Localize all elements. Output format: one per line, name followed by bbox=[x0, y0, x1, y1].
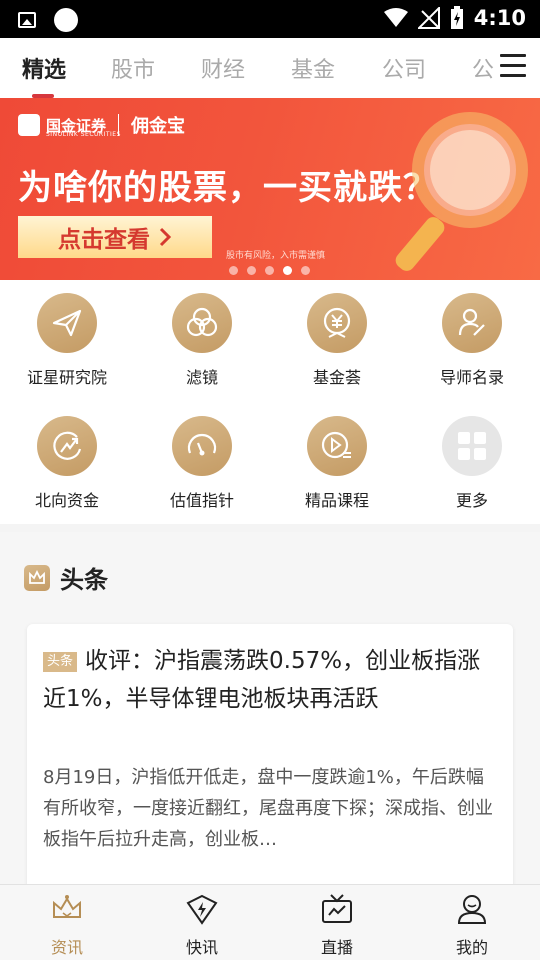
user-icon bbox=[457, 895, 487, 924]
wifi-icon bbox=[383, 8, 408, 27]
status-bar: 4:10 bbox=[0, 0, 540, 38]
shortcut-label: 证星研究院 bbox=[26, 368, 107, 387]
shortcut-label: 滤镜 bbox=[185, 368, 218, 387]
shortcut-label: 更多 bbox=[455, 491, 488, 510]
north-capital-icon bbox=[37, 416, 97, 476]
carousel-dot-active[interactable] bbox=[283, 266, 292, 275]
headline-title-text: 收评：沪指震荡跌0.57%，创业板指涨近1%，半导体锂电池板块再活跃 bbox=[43, 648, 481, 712]
banner-product: 佣金宝 bbox=[131, 116, 186, 137]
sinolink-logo-icon bbox=[18, 114, 40, 136]
carousel-dot[interactable] bbox=[247, 266, 256, 275]
tab-funds[interactable]: 基金 bbox=[291, 52, 335, 84]
tab-featured[interactable]: 精选 bbox=[22, 52, 66, 84]
fund-yuan-icon bbox=[307, 293, 367, 353]
nav-live[interactable]: 直播 bbox=[287, 893, 387, 958]
headline-card[interactable]: 头条 收评：沪指震荡跌0.57%，创业板指涨近1%，半导体锂电池板块再活跃 8月1… bbox=[27, 624, 513, 894]
tv-icon bbox=[322, 894, 352, 923]
shortcut-filter[interactable]: 滤镜 bbox=[135, 293, 269, 388]
channel-tab-bar: 精选 股市 财经 基金 公司 公 bbox=[0, 38, 540, 98]
no-signal-icon bbox=[417, 7, 440, 29]
banner-headline: 为啥你的股票，一买就跌？ bbox=[18, 168, 438, 208]
headlines-section: 头条 头条 收评：沪指震荡跌0.57%，创业板指涨近1%，半导体锂电池板块再活跃 … bbox=[0, 532, 540, 894]
banner-brand-en: SINOLINK SECURITIES bbox=[46, 131, 121, 138]
banner-view-button[interactable]: 点击查看 bbox=[18, 216, 212, 258]
lightning-badge-icon bbox=[186, 894, 218, 925]
tab-partial[interactable]: 公 bbox=[472, 52, 494, 84]
shortcut-grid: 证星研究院 滤镜 基金荟 导师名录 北向资金 估值指针 精品课程 更多 bbox=[0, 280, 540, 524]
nav-flash[interactable]: 快讯 bbox=[152, 893, 252, 958]
shortcut-label: 基金荟 bbox=[312, 368, 361, 387]
shortcut-northbound[interactable]: 北向资金 bbox=[0, 416, 134, 511]
paper-plane-icon bbox=[37, 293, 97, 353]
gauge-icon bbox=[172, 416, 232, 476]
nav-news[interactable]: 资讯 bbox=[17, 893, 117, 958]
filter-circles-icon bbox=[172, 293, 232, 353]
shortcut-label: 精品课程 bbox=[304, 491, 369, 510]
mentor-icon bbox=[442, 293, 502, 353]
tab-stock-market[interactable]: 股市 bbox=[111, 52, 155, 84]
nav-label: 我的 bbox=[455, 938, 488, 957]
circle-notification-icon bbox=[54, 8, 78, 32]
nav-profile[interactable]: 我的 bbox=[422, 893, 522, 958]
chevron-right-icon bbox=[159, 227, 172, 247]
shortcut-label: 北向资金 bbox=[34, 491, 99, 510]
bottom-nav: 资讯 快讯 直播 我的 bbox=[0, 884, 540, 960]
battery-charging-icon bbox=[450, 6, 463, 29]
magnifier-illustration bbox=[395, 112, 528, 271]
carousel-dot[interactable] bbox=[265, 266, 274, 275]
tab-companies[interactable]: 公司 bbox=[382, 52, 426, 84]
shortcut-mentors[interactable]: 导师名录 bbox=[405, 293, 539, 388]
gallery-notification-icon bbox=[18, 12, 36, 28]
banner-button-label: 点击查看 bbox=[58, 227, 150, 253]
section-title: 头条 bbox=[60, 566, 108, 594]
shortcut-valuation[interactable]: 估值指针 bbox=[135, 416, 269, 511]
shortcut-research[interactable]: 证星研究院 bbox=[0, 293, 134, 388]
nav-label: 快讯 bbox=[185, 938, 218, 957]
headline-tag: 头条 bbox=[43, 652, 78, 672]
play-course-icon bbox=[307, 416, 367, 476]
shortcut-label: 估值指针 bbox=[169, 491, 234, 510]
headline-title: 头条 收评：沪指震荡跌0.57%，创业板指涨近1%，半导体锂电池板块再活跃 bbox=[43, 642, 503, 718]
shortcut-fund-hub[interactable]: 基金荟 bbox=[270, 293, 404, 388]
nav-label: 资讯 bbox=[50, 938, 83, 957]
grid-more-icon bbox=[442, 416, 502, 476]
headline-summary: 8月19日，沪指低开低走，盘中一度跌逾1%，午后跌幅有所收窄，一度接近翻红，尾盘… bbox=[43, 767, 493, 850]
crown-badge-icon bbox=[24, 564, 50, 591]
carousel-dots bbox=[229, 266, 310, 275]
shortcut-courses[interactable]: 精品课程 bbox=[270, 416, 404, 511]
banner-risk-note: 股市有风险，入市需谨慎 bbox=[226, 251, 326, 261]
nav-label: 直播 bbox=[320, 938, 353, 957]
crown-icon bbox=[53, 895, 81, 918]
carousel-dot[interactable] bbox=[229, 266, 238, 275]
tab-finance[interactable]: 财经 bbox=[201, 52, 245, 84]
promo-banner[interactable]: 国金证券 佣金宝 SINOLINK SECURITIES 为啥你的股票，一买就跌… bbox=[0, 98, 540, 280]
menu-icon[interactable] bbox=[500, 54, 526, 78]
carousel-dot[interactable] bbox=[301, 266, 310, 275]
status-time: 4:10 bbox=[473, 6, 526, 30]
shortcut-more[interactable]: 更多 bbox=[405, 416, 539, 511]
shortcut-label: 导师名录 bbox=[439, 368, 504, 387]
headlines-header: 头条 bbox=[24, 560, 108, 595]
